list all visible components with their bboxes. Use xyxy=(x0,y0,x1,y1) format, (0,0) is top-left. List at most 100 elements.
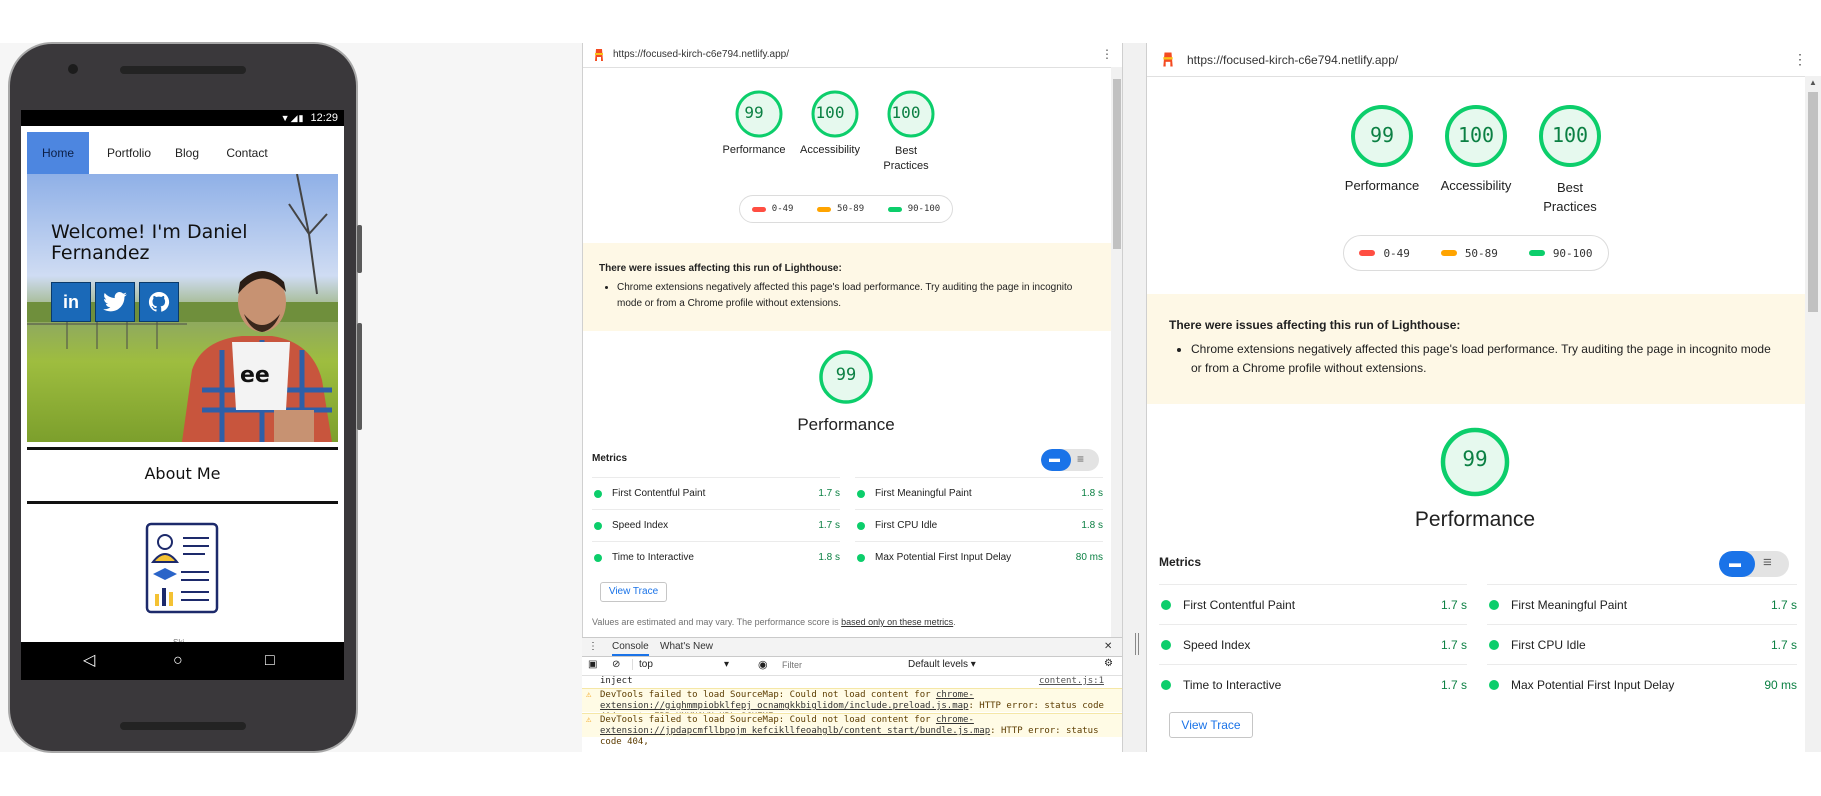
footnote-link[interactable]: based only on these metrics xyxy=(841,617,953,627)
lighthouse-warning: There were issues affecting this run of … xyxy=(583,243,1113,331)
phone-power-button xyxy=(357,323,362,430)
metric-name: Speed Index xyxy=(1183,637,1251,652)
metric-row: First Contentful Paint 1.7 s xyxy=(592,477,840,509)
metric-pass-icon xyxy=(594,553,602,562)
metric-pass-icon xyxy=(594,521,602,530)
metrics-view-toggle[interactable]: ▬ ≡ xyxy=(1719,551,1789,577)
filter-input[interactable] xyxy=(778,659,906,671)
legend-label: 90-100 xyxy=(1552,246,1593,260)
twitter-icon[interactable] xyxy=(95,282,135,322)
scrollbar[interactable]: ▲ xyxy=(1805,76,1821,752)
metric-row: Max Potential First Input Delay 80 ms xyxy=(855,541,1103,573)
scrollbar-thumb[interactable] xyxy=(1113,79,1121,249)
score-legend: 0-49 50-89 90-100 xyxy=(1343,235,1609,271)
gauge-label: Accessibility xyxy=(800,144,860,156)
nav-home[interactable]: Home xyxy=(27,132,89,174)
metric-value: 1.7 s xyxy=(1770,637,1797,652)
metrics-view-toggle[interactable]: ▬ ≡ xyxy=(1041,449,1099,471)
performance-title: Performance xyxy=(1414,508,1536,531)
lighthouse-url-bar: https://focused-kirch-c6e794.netlify.app… xyxy=(583,43,1123,68)
clear-console-icon[interactable]: ⊘ xyxy=(612,659,620,670)
log-levels-select[interactable]: Default levels ▾ xyxy=(908,659,976,670)
legend-pass: 90-100 xyxy=(887,204,941,214)
chevron-down-icon: ▾ xyxy=(723,659,729,670)
splitter-grip[interactable] xyxy=(1135,633,1139,655)
performance-title: Performance xyxy=(797,415,895,434)
kebab-menu-icon[interactable]: ⋮ xyxy=(1101,47,1113,61)
panel-splitter[interactable] xyxy=(1122,43,1147,752)
recents-icon[interactable]: □ xyxy=(265,652,275,670)
devtools-tabbar: ⋮ Console What's New ✕ xyxy=(582,638,1122,657)
metric-name: Max Potential First Input Delay xyxy=(1511,677,1675,692)
report-url[interactable]: https://focused-kirch-c6e794.netlify.app… xyxy=(613,49,789,60)
source-link[interactable]: content.js:1 xyxy=(1039,676,1104,687)
metric-value: 1.8 s xyxy=(1081,488,1103,499)
home-circle-icon[interactable]: ○ xyxy=(173,652,183,670)
nav-contact[interactable]: Contact xyxy=(217,132,277,174)
legend-swatch xyxy=(887,206,902,212)
drawer-menu-icon[interactable]: ⋮ xyxy=(588,638,598,656)
metric-pass-icon xyxy=(1489,679,1499,690)
tab-console[interactable]: Console xyxy=(612,638,649,656)
nav-portfolio[interactable]: Portfolio xyxy=(97,132,161,174)
warning-item: Chrome extensions negatively affected th… xyxy=(617,280,1097,312)
metric-pass-icon xyxy=(1489,599,1499,610)
tab-whats-new[interactable]: What's New xyxy=(660,638,713,656)
phone-speaker xyxy=(120,66,246,74)
metric-value: 1.7 s xyxy=(1440,597,1467,612)
legend-label: 90-100 xyxy=(907,204,941,214)
metric-row: First Contentful Paint 1.7 s xyxy=(1159,584,1467,624)
gauge-best-practices[interactable]: 100 Best Practices xyxy=(1537,103,1603,216)
context-value: top xyxy=(639,659,653,670)
scroll-up-arrow-icon[interactable]: ▲ xyxy=(1809,78,1817,87)
portrait-figure: ee xyxy=(182,271,332,442)
kebab-menu-icon[interactable]: ⋮ xyxy=(1793,51,1807,68)
view-trace-button[interactable]: View Trace xyxy=(1169,712,1253,738)
resume-icon xyxy=(145,522,219,614)
metric-name: Time to Interactive xyxy=(612,552,694,563)
gauge-performance[interactable]: 99 Performance xyxy=(723,89,789,156)
metric-pass-icon xyxy=(857,553,865,562)
lighthouse-icon xyxy=(595,49,603,61)
status-bar: ▼◢▮ 12:29 xyxy=(21,110,344,126)
metric-row: First CPU Idle 1.7 s xyxy=(1487,624,1797,664)
legend-fail: 0-49 xyxy=(1359,247,1410,260)
metric-name: Speed Index xyxy=(612,520,669,531)
metrics-title: Metrics xyxy=(592,453,628,464)
back-icon[interactable]: ◁ xyxy=(83,652,95,670)
warning-title: There were issues affecting this run of … xyxy=(599,263,842,274)
legend-label: 50-89 xyxy=(837,204,865,214)
legend-swatch xyxy=(817,206,832,212)
legend-fail: 0-49 xyxy=(751,204,793,214)
legend-label: 0-49 xyxy=(1383,246,1410,260)
gear-icon[interactable]: ⚙ xyxy=(1104,658,1113,669)
sidebar-toggle-icon[interactable]: ▣ xyxy=(588,659,597,670)
gauge-value: 99 xyxy=(744,103,764,122)
footnote-end: . xyxy=(953,617,956,627)
warning-icon: ⚠ xyxy=(586,690,592,700)
gauge-label: Performance xyxy=(722,144,786,156)
gauge-value: 100 xyxy=(891,103,921,122)
scrollbar-thumb[interactable] xyxy=(1808,92,1818,312)
gauge-best-practices[interactable]: 100 Best Practices xyxy=(881,89,941,174)
metric-row: First CPU Idle 1.8 s xyxy=(855,509,1103,541)
context-select[interactable]: top ▾ xyxy=(632,659,729,670)
nav-blog[interactable]: Blog xyxy=(167,132,207,174)
report-url[interactable]: https://focused-kirch-c6e794.netlify.app… xyxy=(1187,53,1398,67)
gauge-performance[interactable]: 99 Performance xyxy=(1345,103,1419,193)
gauge-accessibility[interactable]: 100 Accessibility xyxy=(800,89,865,156)
console-warning: ⚠ DevTools failed to load SourceMap: Cou… xyxy=(582,713,1122,747)
eye-icon[interactable]: ◉ xyxy=(758,658,768,671)
metric-row: Speed Index 1.7 s xyxy=(592,509,840,541)
linkedin-icon[interactable]: in xyxy=(51,282,91,322)
gauge-accessibility[interactable]: 100 Accessibility xyxy=(1441,103,1511,193)
close-icon[interactable]: ✕ xyxy=(1104,638,1112,656)
list-view-icon: ≡ xyxy=(1077,452,1085,466)
metric-value: 1.7 s xyxy=(1440,637,1467,652)
lighthouse-icon xyxy=(1163,52,1173,67)
view-trace-button[interactable]: View Trace xyxy=(600,582,667,602)
status-time: 12:29 xyxy=(310,112,338,124)
gauge-value: 100 xyxy=(1457,123,1495,147)
phone-camera xyxy=(68,64,78,74)
metric-name: First Meaningful Paint xyxy=(1511,597,1628,612)
